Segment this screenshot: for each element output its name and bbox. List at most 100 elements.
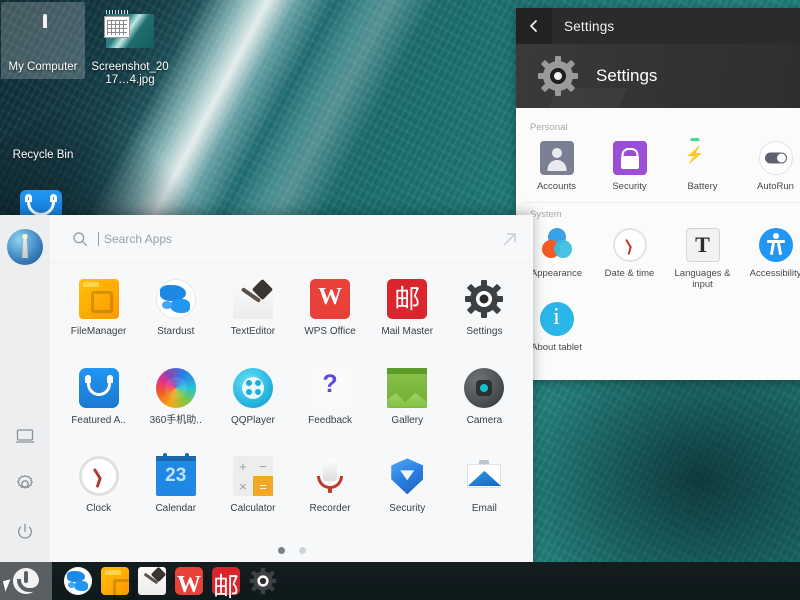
browser-globe-icon [156, 279, 196, 319]
app-label: Feedback [308, 415, 352, 427]
mail-master-icon [387, 279, 427, 319]
app-security[interactable]: Security [369, 448, 446, 537]
chevron-left-icon [527, 19, 541, 33]
settings-item-label: Security [612, 181, 646, 192]
settings-item-label: AutoRun [757, 181, 794, 192]
section-label-personal: Personal [516, 116, 800, 137]
taskbar-item-filemanager[interactable] [101, 567, 129, 595]
settings-item-label: About tablet [531, 342, 582, 353]
app-featured-apps[interactable]: Featured A.. [60, 360, 137, 449]
settings-item-languages-input[interactable]: Languages & input [666, 224, 739, 298]
app-clock[interactable]: Clock [60, 448, 137, 537]
desktop-icon-label: Recycle Bin [1, 149, 85, 162]
settings-body: Personal Accounts Security ⚡ Battery [516, 108, 800, 380]
toggle-icon [759, 141, 793, 175]
app-qqplayer[interactable]: QQPlayer [214, 360, 291, 449]
calendar-icon [156, 456, 196, 496]
taskbar-item-mail-master[interactable] [212, 567, 240, 595]
launcher-pagination [50, 537, 533, 563]
taskbar-items [52, 567, 277, 595]
app-label: Clock [86, 503, 111, 515]
app-recorder[interactable]: Recorder [291, 448, 368, 537]
settings-item-accounts[interactable]: Accounts [520, 137, 593, 200]
app-stardust[interactable]: Stardust [137, 271, 214, 360]
lock-icon [613, 141, 647, 175]
desktop-icon-screenshot[interactable]: Screenshot_2017…4.jpg [88, 2, 172, 92]
letter-t-icon [686, 228, 720, 262]
app-label: TextEditor [231, 326, 275, 338]
app-mail-master[interactable]: Mail Master [369, 271, 446, 360]
app-label: Settings [466, 326, 502, 338]
settings-gear-icon[interactable] [8, 467, 42, 501]
camera-icon [464, 368, 504, 408]
settings-grid-personal: Accounts Security ⚡ Battery AutoRun [516, 137, 800, 200]
folder-icon [79, 279, 119, 319]
launcher-main: FileManager Stardust TextEditor WPS [50, 215, 533, 563]
app-settings[interactable]: Settings [446, 271, 523, 360]
settings-item-date-time[interactable]: Date & time [593, 224, 666, 298]
settings-window-title: Settings [564, 19, 614, 34]
settings-window: Settings [516, 8, 800, 380]
recorder-icon [310, 456, 350, 496]
settings-item-security[interactable]: Security [593, 137, 666, 200]
expand-arrow-icon[interactable] [501, 230, 519, 248]
app-label: Calculator [230, 503, 275, 515]
settings-item-autorun[interactable]: AutoRun [739, 137, 800, 200]
app-gallery[interactable]: Gallery [369, 360, 446, 449]
settings-item-label: Appearance [531, 268, 582, 279]
settings-item-accessibility[interactable]: Accessibility [739, 224, 800, 298]
desktop-icon-my-computer[interactable]: My Computer [1, 2, 85, 79]
page-dot-2[interactable] [299, 547, 306, 554]
display-icon[interactable] [8, 419, 42, 453]
wps-icon [310, 279, 350, 319]
gear-icon [464, 279, 504, 319]
app-label: Calendar [155, 503, 196, 515]
app-email[interactable]: Email [446, 448, 523, 537]
launcher-sidebar [0, 215, 50, 563]
app-label: WPS Office [304, 326, 356, 338]
settings-item-label: Accounts [537, 181, 576, 192]
360-assistant-icon [156, 368, 196, 408]
app-calculator[interactable]: +−×= Calculator [214, 448, 291, 537]
app-360-assistant[interactable]: 360手机助.. [137, 360, 214, 449]
back-button[interactable] [516, 8, 552, 44]
settings-item-battery[interactable]: ⚡ Battery [666, 137, 739, 200]
start-logo-icon [13, 568, 39, 594]
clock-icon [613, 228, 647, 262]
clock-icon [79, 456, 119, 496]
app-feedback[interactable]: Feedback [291, 360, 368, 449]
page-dot-1[interactable] [278, 547, 285, 554]
pen-icon [233, 279, 273, 319]
settings-hero-title: Settings [596, 66, 657, 86]
app-wps-office[interactable]: WPS Office [291, 271, 368, 360]
color-circles-icon [540, 228, 574, 262]
taskbar-item-settings[interactable] [249, 567, 277, 595]
taskbar-item-wps-office[interactable] [175, 567, 203, 595]
settings-item-label: Date & time [605, 268, 655, 279]
gear-icon [538, 56, 578, 96]
app-store-icon [79, 368, 119, 408]
app-camera[interactable]: Camera [446, 360, 523, 449]
calculator-icon: +−×= [233, 456, 273, 496]
avatar[interactable] [7, 229, 43, 265]
app-label: Featured A.. [71, 415, 125, 427]
app-calendar[interactable]: Calendar [137, 448, 214, 537]
app-label: Gallery [391, 415, 423, 427]
envelope-icon [464, 456, 504, 496]
taskbar-item-stardust[interactable] [64, 567, 92, 595]
desktop-screen: My Computer Screenshot_2017…4.jpg Recycl… [0, 0, 800, 600]
desktop-icon-recycle-bin[interactable]: Recycle Bin [1, 90, 85, 167]
apps-grid: FileManager Stardust TextEditor WPS [50, 263, 533, 537]
app-label: 360手机助.. [150, 415, 202, 427]
search-input[interactable] [98, 232, 501, 246]
power-icon[interactable] [8, 515, 42, 549]
recycle-bin-icon [1, 96, 85, 146]
taskbar-item-texteditor[interactable] [138, 567, 166, 595]
app-texteditor[interactable]: TextEditor [214, 271, 291, 360]
app-label: Security [389, 503, 425, 515]
app-filemanager[interactable]: FileManager [60, 271, 137, 360]
app-label: Recorder [310, 503, 351, 515]
image-file-icon [88, 8, 172, 58]
settings-hero: Settings [516, 44, 800, 108]
battery-icon: ⚡ [695, 141, 717, 175]
